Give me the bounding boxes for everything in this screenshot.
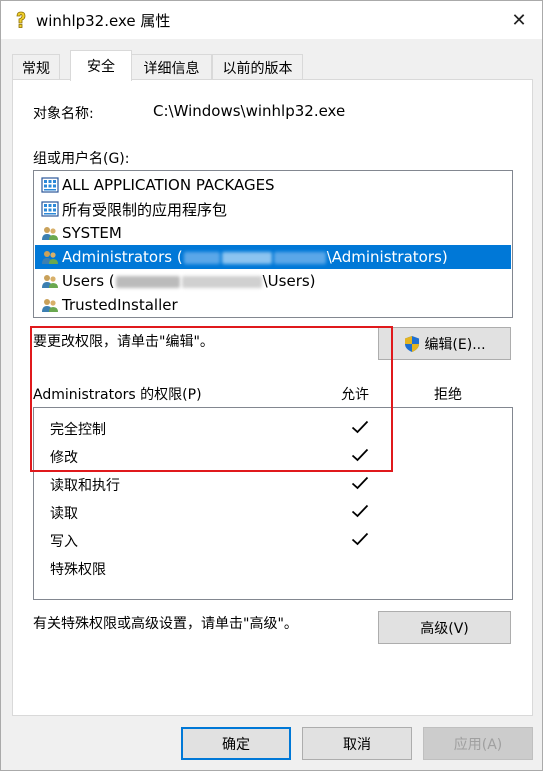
users-icon [42, 227, 58, 240]
app-package-icon [41, 177, 59, 193]
tab-general[interactable]: 常规 [12, 54, 60, 80]
list-item[interactable]: 所有受限制的应用程序包 [35, 197, 511, 221]
ok-button-label: 确定 [222, 736, 250, 753]
list-item-suffix: \Users) [262, 272, 316, 290]
tab-previous-versions[interactable]: 以前的版本 [212, 54, 303, 80]
group-user-list[interactable]: ALL APPLICATION PACKAGES 所有受限制的应用程序包 SYS… [33, 170, 513, 318]
permission-name: 修改 [50, 450, 78, 466]
permission-name: 写入 [50, 534, 78, 550]
security-panel: 对象名称: C:\Windows\winhlp32.exe 组或用户名(G): … [12, 79, 533, 716]
list-item-prefix: Administrators ( [62, 248, 183, 266]
allow-header: 允许 [341, 387, 369, 403]
list-item[interactable]: Users ( \Users) [35, 269, 511, 293]
tab-details[interactable]: 详细信息 [131, 54, 212, 80]
list-item-label: TrustedInstaller [62, 296, 178, 314]
list-item[interactable]: SYSTEM [35, 221, 511, 245]
permission-name: 读取 [50, 506, 78, 522]
advanced-button-label: 高级(V) [420, 620, 469, 637]
title-bar: winhlp32.exe 属性 ✕ [1, 1, 542, 39]
list-item-label: SYSTEM [62, 224, 122, 242]
close-icon: ✕ [511, 9, 527, 31]
help-file-icon [16, 11, 26, 28]
edit-button[interactable]: 编辑(E)... [378, 327, 511, 360]
list-item[interactable]: TrustedInstaller [35, 293, 511, 317]
edit-button-label: 编辑(E)... [424, 336, 486, 353]
deny-header: 拒绝 [434, 387, 462, 403]
users-icon [42, 251, 58, 264]
list-item-suffix: \Administrators) [326, 248, 448, 266]
permissions-list: 完全控制 修改 读取和执行 读取 写入 特殊权限 [33, 407, 513, 600]
users-icon [42, 299, 58, 312]
advanced-button[interactable]: 高级(V) [378, 611, 511, 644]
permission-name: 特殊权限 [50, 562, 106, 578]
check-icon [351, 420, 369, 434]
edit-hint: 要更改权限，请单击"编辑"。 [33, 334, 214, 350]
uac-shield-icon [405, 335, 420, 352]
advanced-hint: 有关特殊权限或高级设置，请单击"高级"。 [33, 616, 298, 632]
permissions-label: Administrators 的权限(P) [33, 387, 202, 403]
cancel-button[interactable]: 取消 [302, 727, 412, 760]
window-title: winhlp32.exe 属性 [36, 12, 171, 30]
list-item-label: ALL APPLICATION PACKAGES [62, 176, 275, 194]
check-icon [351, 532, 369, 546]
cancel-button-label: 取消 [343, 736, 371, 753]
properties-dialog: winhlp32.exe 属性 ✕ 常规 安全 详细信息 以前的版本 对象名称:… [0, 0, 543, 771]
close-button[interactable]: ✕ [496, 1, 542, 39]
list-item-selected[interactable]: Administrators ( \Administrators) [35, 245, 511, 269]
groups-label: 组或用户名(G): [33, 151, 130, 167]
permission-name: 完全控制 [50, 422, 106, 438]
check-icon [351, 448, 369, 462]
object-name-value: C:\Windows\winhlp32.exe [153, 102, 346, 120]
check-icon [351, 476, 369, 490]
check-icon [351, 504, 369, 518]
list-item[interactable]: ALL APPLICATION PACKAGES [35, 173, 511, 197]
users-icon [42, 275, 58, 288]
tab-security[interactable]: 安全 [70, 50, 132, 81]
redacted-text [115, 272, 263, 290]
app-package-icon [41, 201, 59, 217]
apply-button-label: 应用(A) [453, 736, 503, 753]
apply-button[interactable]: 应用(A) [423, 727, 533, 760]
list-item-prefix: Users ( [62, 272, 115, 290]
redacted-text [183, 248, 327, 266]
ok-button[interactable]: 确定 [181, 727, 291, 760]
list-item-label: 所有受限制的应用程序包 [62, 200, 228, 219]
object-name-label: 对象名称: [33, 106, 94, 122]
permission-name: 读取和执行 [50, 478, 120, 494]
